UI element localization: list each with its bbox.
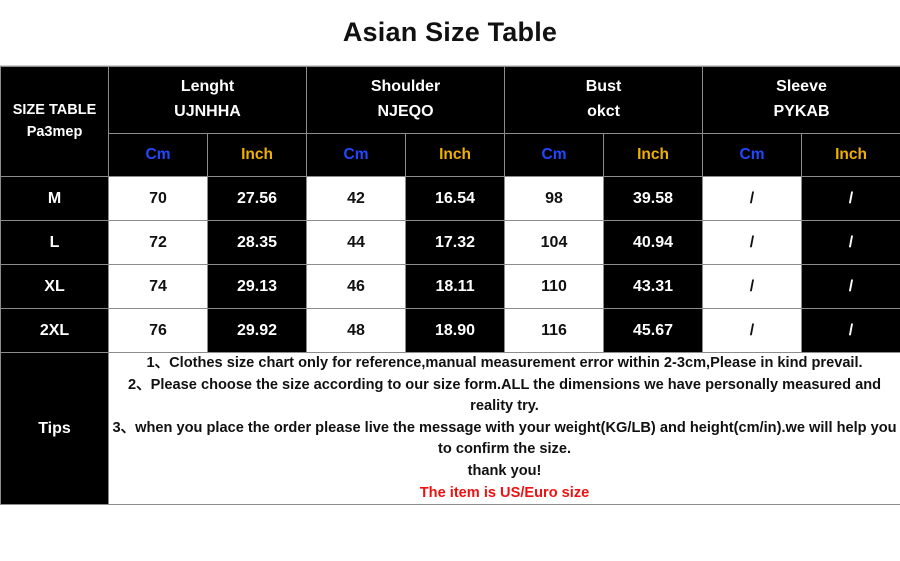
- header-unit-shoulder-inch: Inch: [405, 133, 506, 177]
- cell-bust-cm: 116: [504, 308, 605, 353]
- table-row: M 70 27.56 42 16.54 98 39.58 / /: [0, 176, 900, 221]
- size-table-page: Asian Size Table SIZE TABLE Pa3mep Lengh…: [0, 0, 900, 561]
- cell-sleeve-cm: /: [702, 264, 803, 309]
- tips-line-1: 1、Clothes size chart only for reference,…: [146, 355, 863, 371]
- cell-sleeve-inch: /: [801, 264, 900, 309]
- group-label-shoulder: Shoulder: [370, 78, 441, 96]
- cell-length-inch: 29.92: [206, 308, 308, 353]
- cell-bust-inch: 43.31: [603, 264, 704, 309]
- cell-sleeve-cm: /: [702, 176, 803, 221]
- cell-sleeve-cm: /: [702, 308, 803, 353]
- tips-line-2: 2、Please choose the size according to ou…: [127, 376, 882, 415]
- cell-shoulder-cm: 48: [306, 308, 407, 353]
- cell-bust-cm: 98: [504, 176, 605, 221]
- cell-length-inch: 29.13: [206, 264, 308, 309]
- table-header-groups: SIZE TABLE Pa3mep Lenght UJNHHA Shoulder…: [0, 66, 900, 177]
- cell-length-cm: 76: [108, 308, 208, 353]
- header-unit-sleeve-inch: Inch: [801, 133, 900, 177]
- cell-bust-inch: 40.94: [603, 220, 704, 265]
- header-unit-sleeve-cm: Cm: [702, 133, 803, 177]
- table-header-units: Cm Inch Cm Inch Cm Inch Cm Inch: [1, 133, 900, 177]
- cell-sleeve-inch: /: [801, 308, 900, 353]
- group-label-length: Lenght: [180, 78, 235, 96]
- cell-sleeve-cm: /: [702, 220, 803, 265]
- header-unit-length-cm: Cm: [108, 133, 208, 177]
- header-group-shoulder: Shoulder NJEQO: [306, 66, 506, 134]
- cell-length-cm: 70: [108, 176, 208, 221]
- header-unit-bust-inch: Inch: [603, 133, 704, 177]
- table-row: XL 74 29.13 46 18.11 110 43.31 / /: [0, 264, 900, 309]
- cell-length-cm: 74: [108, 264, 208, 309]
- cell-shoulder-cm: 42: [306, 176, 407, 221]
- corner-line-2: Pa3mep: [26, 123, 83, 140]
- tips-line-3: 3、when you place the order please live t…: [112, 419, 897, 458]
- cell-shoulder-inch: 16.54: [405, 176, 506, 221]
- cell-length-inch: 27.56: [206, 176, 308, 221]
- tips-label: Tips: [0, 351, 109, 506]
- cell-length-inch: 28.35: [206, 220, 308, 265]
- cell-sleeve-inch: /: [801, 176, 900, 221]
- row-size-label: M: [0, 176, 109, 221]
- tips-line-thankyou: thank you!: [467, 462, 542, 479]
- row-size-label: XL: [0, 264, 109, 309]
- group-label-bust: Bust: [585, 78, 622, 96]
- header-unit-length-inch: Inch: [206, 133, 308, 177]
- row-size-label: L: [0, 220, 109, 265]
- tips-highlight-note: The item is US/Euro size: [419, 484, 590, 501]
- header-group-bust: Bust okct: [504, 66, 704, 134]
- header-unit-bust-cm: Cm: [504, 133, 605, 177]
- title-bar: Asian Size Table: [0, 0, 900, 66]
- header-group-sleeve: Sleeve PYKAB: [702, 66, 900, 134]
- group-sub-bust: okct: [587, 103, 620, 120]
- cell-length-cm: 72: [108, 220, 208, 265]
- page-title: Asian Size Table: [342, 17, 558, 47]
- cell-shoulder-cm: 44: [306, 220, 407, 265]
- header-group-length: Lenght UJNHHA: [107, 66, 308, 134]
- tips-row: Tips 1、Clothes size chart only for refer…: [0, 351, 900, 506]
- cell-bust-inch: 39.58: [603, 176, 704, 221]
- cell-bust-inch: 45.67: [603, 308, 704, 353]
- group-sub-sleeve: PYKAB: [773, 103, 830, 120]
- table-row: 2XL 76 29.92 48 18.90 116 45.67 / /: [0, 308, 900, 353]
- cell-shoulder-inch: 17.32: [405, 220, 506, 265]
- group-label-sleeve: Sleeve: [776, 78, 827, 96]
- cell-sleeve-inch: /: [801, 220, 900, 265]
- asian-size-table: SIZE TABLE Pa3mep Lenght UJNHHA Shoulder…: [0, 66, 900, 506]
- cell-shoulder-inch: 18.90: [405, 308, 506, 353]
- group-sub-shoulder: NJEQO: [377, 103, 434, 120]
- cell-bust-cm: 110: [504, 264, 605, 309]
- corner-line-1: SIZE TABLE: [12, 102, 97, 119]
- row-size-label: 2XL: [0, 308, 109, 353]
- table-row: L 72 28.35 44 17.32 104 40.94 / /: [0, 220, 900, 265]
- group-sub-length: UJNHHA: [174, 103, 241, 120]
- cell-shoulder-cm: 46: [306, 264, 407, 309]
- header-unit-shoulder-cm: Cm: [306, 133, 407, 177]
- cell-bust-cm: 104: [504, 220, 605, 265]
- header-corner-size-table: SIZE TABLE Pa3mep: [0, 66, 109, 177]
- cell-shoulder-inch: 18.11: [405, 264, 506, 309]
- tips-body: 1、Clothes size chart only for reference,…: [107, 351, 900, 506]
